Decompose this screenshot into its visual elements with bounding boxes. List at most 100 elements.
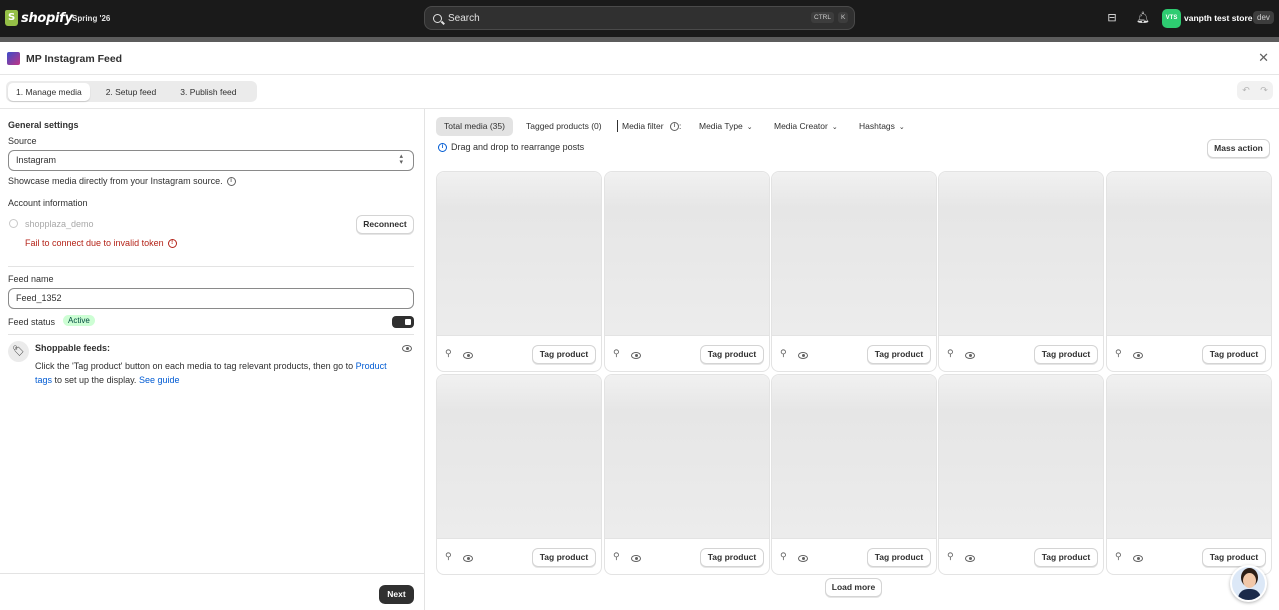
feed-name-label: Feed name (8, 274, 54, 284)
source-label: Source (8, 136, 37, 146)
redo-icon[interactable]: ↷ (1260, 86, 1268, 96)
pin-icon[interactable]: ⚲ (613, 349, 622, 360)
media-card[interactable]: ⚲ Tag product (771, 171, 937, 372)
eye-toggle[interactable] (1133, 351, 1143, 361)
media-card[interactable]: ⚲ Tag product (604, 171, 770, 372)
load-more-button[interactable]: Load more (825, 578, 882, 597)
pin-icon[interactable]: ⚲ (947, 349, 956, 360)
inbox-icon[interactable]: ⊟ (1106, 12, 1118, 24)
eye-toggle[interactable] (1133, 554, 1143, 564)
media-card[interactable]: ⚲ Tag product (938, 171, 1104, 372)
tab-setup-feed[interactable]: 2. Setup feed (98, 83, 165, 101)
media-creator-dropdown[interactable]: Media Creator ⌄ (774, 121, 838, 131)
support-chat-avatar[interactable] (1230, 565, 1267, 602)
tag-product-button[interactable]: Tag product (867, 345, 931, 364)
eye-toggle[interactable] (463, 351, 473, 361)
media-card[interactable]: ⚲ Tag product (1106, 171, 1272, 372)
tag-product-button[interactable]: Tag product (867, 548, 931, 567)
error-info-icon[interactable]: ! (167, 239, 177, 249)
media-thumbnail[interactable] (1107, 375, 1271, 538)
eye-toggle[interactable] (965, 351, 975, 361)
eye-toggle[interactable] (965, 554, 975, 564)
tab-total-media[interactable]: Total media (35) (436, 117, 513, 136)
tab-publish-feed[interactable]: 3. Publish feed (172, 83, 244, 101)
media-type-dropdown[interactable]: Media Type ⌄ (699, 121, 753, 131)
source-select[interactable]: Instagram ▴ ▾ (8, 150, 414, 171)
preview-eye-icon[interactable] (402, 344, 412, 354)
source-hint: Showcase media directly from your Instag… (8, 176, 236, 187)
feed-status-toggle[interactable] (392, 316, 414, 328)
tag-product-button[interactable]: Tag product (532, 345, 596, 364)
pin-icon[interactable]: ⚲ (1115, 349, 1124, 360)
info-icon[interactable]: i (226, 177, 236, 187)
tag-icon: 🏷︎ (8, 341, 29, 362)
eye-toggle[interactable] (798, 554, 808, 564)
eye-icon (798, 555, 808, 562)
media-thumbnail[interactable] (939, 172, 1103, 335)
search-icon (433, 13, 442, 23)
tag-product-button[interactable]: Tag product (700, 548, 764, 567)
tag-product-button[interactable]: Tag product (1202, 548, 1266, 567)
feed-name-input[interactable]: Feed_1352 (8, 288, 414, 309)
eye-toggle[interactable] (798, 351, 808, 361)
media-thumbnail[interactable] (772, 375, 936, 538)
card-footer: ⚲ Tag product (939, 335, 1103, 371)
tag-product-button[interactable]: Tag product (1202, 345, 1266, 364)
media-thumbnail[interactable] (437, 172, 601, 335)
search-bar[interactable]: Search CTRL K (424, 6, 855, 30)
pin-icon[interactable]: ⚲ (445, 552, 454, 563)
media-card[interactable]: ⚲ Tag product (938, 374, 1104, 575)
feed-name-value: Feed_1352 (16, 293, 62, 303)
tag-product-button[interactable]: Tag product (700, 345, 764, 364)
store-name[interactable]: vanpth test store (1184, 13, 1253, 23)
see-guide-link[interactable]: See guide (139, 375, 180, 385)
next-button[interactable]: Next (379, 585, 414, 604)
connection-error: Fail to connect due to invalid token! (25, 238, 177, 249)
media-thumbnail[interactable] (437, 375, 601, 538)
tag-product-button[interactable]: Tag product (1034, 548, 1098, 567)
media-panel: Total media (35) Tagged products (0) Med… (426, 109, 1279, 610)
pin-icon[interactable]: ⚲ (780, 552, 789, 563)
undo-icon[interactable]: ↶ (1242, 86, 1250, 96)
tab-manage-media[interactable]: 1. Manage media (8, 82, 90, 101)
hashtags-dropdown[interactable]: Hashtags ⌄ (859, 121, 905, 131)
pin-icon[interactable]: ⚲ (613, 552, 622, 563)
media-thumbnail[interactable] (605, 172, 769, 335)
bell-icon[interactable]: 🔔︎ (1136, 12, 1150, 24)
tag-product-button[interactable]: Tag product (1034, 345, 1098, 364)
pin-icon[interactable]: ⚲ (780, 349, 789, 360)
eye-toggle[interactable] (631, 351, 641, 361)
media-thumbnail[interactable] (1107, 172, 1271, 335)
reconnect-button[interactable]: Reconnect (356, 215, 414, 234)
close-icon[interactable]: ✕ (1258, 51, 1269, 66)
media-thumbnail[interactable] (772, 172, 936, 335)
shopify-logo[interactable]: shopify (5, 10, 73, 26)
media-card[interactable]: ⚲ Tag product (436, 374, 602, 575)
mass-action-button[interactable]: Mass action (1207, 139, 1270, 158)
eye-icon (1133, 555, 1143, 562)
tag-product-button[interactable]: Tag product (532, 548, 596, 567)
media-card[interactable]: ⚲ Tag product (1106, 374, 1272, 575)
steps-row: 1. Manage media 2. Setup feed 3. Publish… (0, 75, 1279, 109)
account-radio[interactable] (9, 219, 18, 228)
media-thumbnail[interactable] (939, 375, 1103, 538)
media-filter-colon: : (678, 121, 682, 131)
pin-icon[interactable]: ⚲ (445, 349, 454, 360)
card-footer: ⚲ Tag product (1107, 335, 1271, 371)
media-card[interactable]: ⚲ Tag product (771, 374, 937, 575)
app-header: MP Instagram Feed ✕ (0, 42, 1279, 75)
store-avatar[interactable]: VTS (1162, 9, 1181, 28)
media-card[interactable]: ⚲ Tag product (604, 374, 770, 575)
info-icon[interactable]: i (669, 122, 679, 132)
media-type-label: Media Type (699, 121, 743, 131)
eye-icon (965, 352, 975, 359)
avatar-head (1243, 573, 1256, 588)
pin-icon[interactable]: ⚲ (1115, 552, 1124, 563)
eye-icon (965, 555, 975, 562)
pin-icon[interactable]: ⚲ (947, 552, 956, 563)
media-card[interactable]: ⚲ Tag product (436, 171, 602, 372)
eye-toggle[interactable] (631, 554, 641, 564)
eye-toggle[interactable] (463, 554, 473, 564)
media-thumbnail[interactable] (605, 375, 769, 538)
tab-tagged-products[interactable]: Tagged products (0) (518, 117, 610, 136)
